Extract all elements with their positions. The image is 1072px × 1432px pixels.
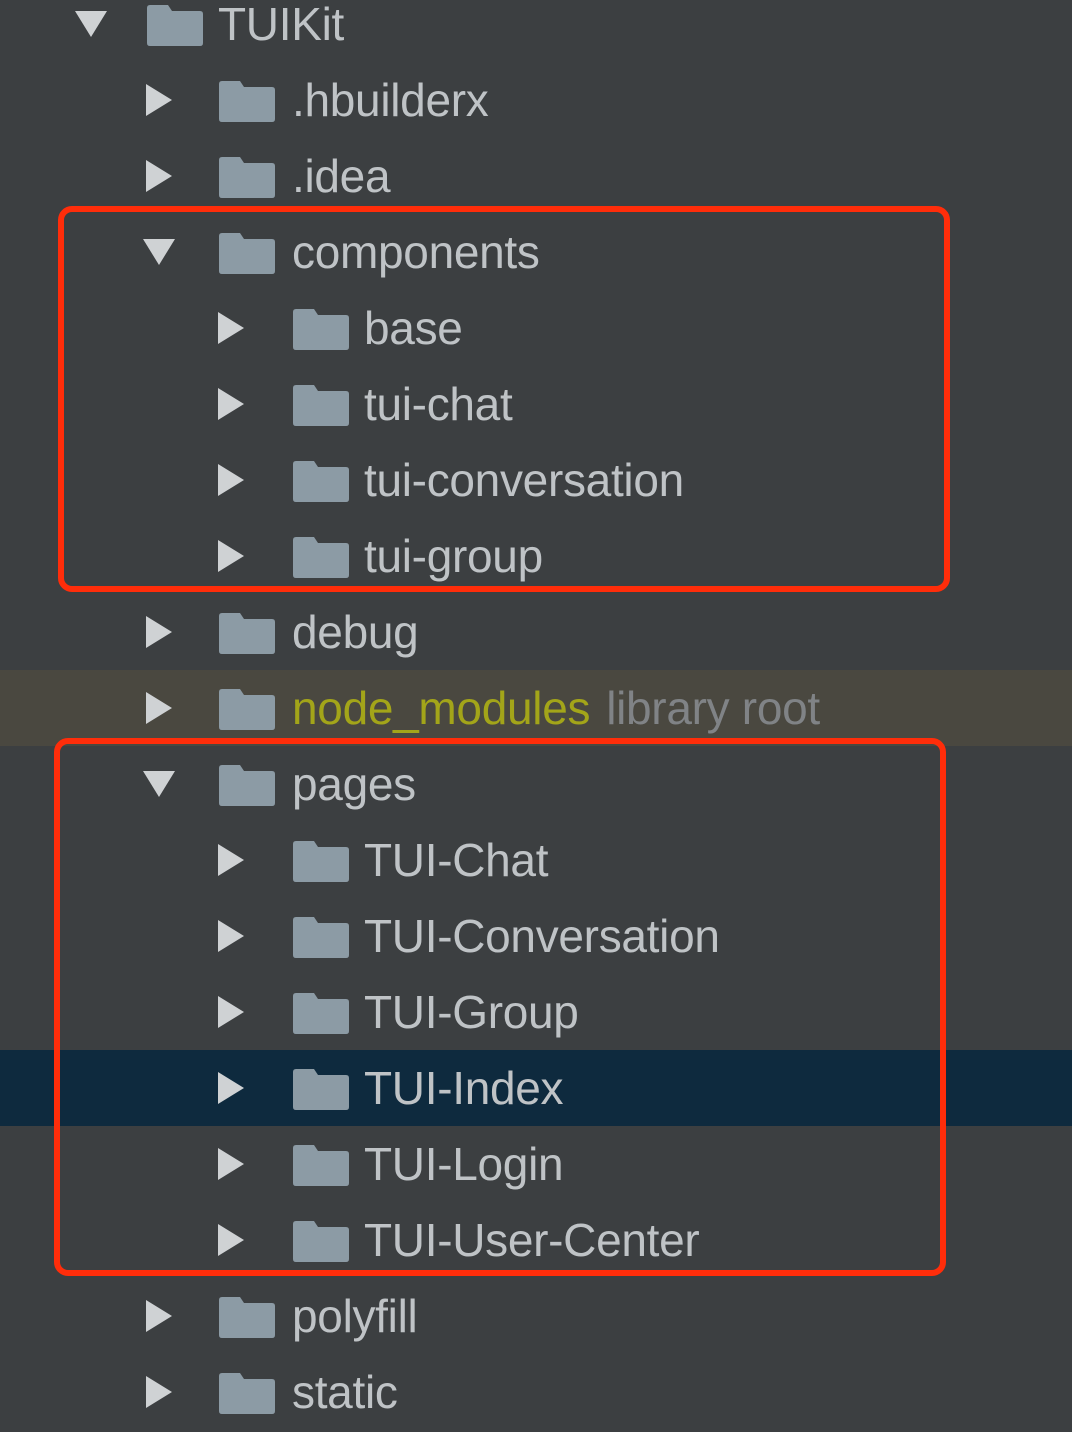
folder-name: tui-group bbox=[364, 530, 543, 582]
tree-item-label: tui-group bbox=[364, 533, 543, 579]
tree-item-label: TUI-Chat bbox=[364, 837, 548, 883]
folder-icon bbox=[218, 1295, 276, 1339]
triangle-right-icon[interactable] bbox=[212, 1145, 250, 1183]
folder-icon bbox=[146, 3, 204, 47]
triangle-right-icon[interactable] bbox=[140, 81, 178, 119]
folder-icon bbox=[292, 535, 350, 579]
folder-name: static bbox=[292, 1366, 398, 1418]
tree-item-tui-conversation[interactable]: TUI-Conversation bbox=[0, 898, 1072, 974]
project-file-tree: TUIKit .hbuilderx .idea components base tui-c… bbox=[0, 0, 1072, 1432]
triangle-right-icon[interactable] bbox=[140, 157, 178, 195]
tree-item-tui-chat[interactable]: TUI-Chat bbox=[0, 822, 1072, 898]
tree-item-pages[interactable]: pages bbox=[0, 746, 1072, 822]
folder-icon bbox=[218, 687, 276, 731]
folder-icon bbox=[292, 1067, 350, 1111]
folder-name: components bbox=[292, 226, 540, 278]
folder-icon bbox=[292, 991, 350, 1035]
folder-icon bbox=[218, 763, 276, 807]
folder-name: TUI-Conversation bbox=[364, 910, 720, 962]
triangle-down-icon[interactable] bbox=[72, 5, 110, 43]
folder-icon bbox=[292, 839, 350, 883]
tree-item-label: TUI-Index bbox=[364, 1062, 564, 1114]
tree-item-label: pages bbox=[292, 761, 416, 807]
tree-item-node-modules[interactable]: node_modules library root bbox=[0, 670, 1072, 746]
tree-item-tui-chat[interactable]: tui-chat bbox=[0, 366, 1072, 442]
folder-name: TUI-Login bbox=[364, 1138, 564, 1190]
triangle-right-icon[interactable] bbox=[140, 613, 178, 651]
folder-name: base bbox=[364, 302, 463, 354]
folder-name: TUI-Index bbox=[364, 1062, 564, 1114]
tree-item-label: TUIKit bbox=[218, 1, 344, 47]
tree-item-label: static bbox=[292, 1369, 398, 1415]
folder-name: TUI-Group bbox=[364, 986, 579, 1038]
folder-icon bbox=[218, 231, 276, 275]
triangle-right-icon[interactable] bbox=[140, 689, 178, 727]
tree-item-tui-group[interactable]: TUI-Group bbox=[0, 974, 1072, 1050]
folder-icon bbox=[218, 1371, 276, 1415]
triangle-right-icon[interactable] bbox=[140, 1297, 178, 1335]
folder-name: debug bbox=[292, 606, 419, 658]
triangle-down-icon[interactable] bbox=[140, 765, 178, 803]
tree-item-label: TUI-Conversation bbox=[364, 913, 720, 959]
tree-item-tui-index[interactable]: TUI-Index bbox=[0, 1050, 1072, 1126]
folder-icon bbox=[218, 79, 276, 123]
tree-item-idea[interactable]: .idea bbox=[0, 138, 1072, 214]
folder-name: TUI-Chat bbox=[364, 834, 549, 886]
folder-name: pages bbox=[292, 758, 416, 810]
folder-icon bbox=[292, 1219, 350, 1263]
tree-root-tuikit[interactable]: TUIKit bbox=[0, 0, 1072, 62]
tree-item-base[interactable]: base bbox=[0, 290, 1072, 366]
tree-item-label: polyfill bbox=[292, 1290, 418, 1342]
folder-name: .idea bbox=[292, 150, 391, 202]
triangle-down-icon[interactable] bbox=[140, 233, 178, 271]
tree-item-debug[interactable]: debug bbox=[0, 594, 1072, 670]
folder-name: TUIKit bbox=[218, 0, 344, 50]
folder-icon bbox=[292, 307, 350, 351]
tree-item-tui-user-center[interactable]: TUI-User-Center bbox=[0, 1202, 1072, 1278]
tree-item-label: debug bbox=[292, 606, 419, 658]
folder-name: node_modules bbox=[292, 682, 591, 734]
folder-name: polyfill bbox=[292, 1290, 418, 1342]
tree-item-label: TUI-Group bbox=[364, 989, 579, 1035]
folder-icon bbox=[292, 1143, 350, 1187]
folder-name: tui-conversation bbox=[364, 454, 684, 506]
tree-item-tui-conversation[interactable]: tui-conversation bbox=[0, 442, 1072, 518]
tree-item-label: tui-conversation bbox=[364, 457, 684, 503]
tree-item-label: .hbuilderx bbox=[292, 74, 489, 126]
tree-item-label: tui-chat bbox=[364, 378, 513, 430]
library-root-suffix: library root bbox=[606, 682, 820, 734]
triangle-right-icon[interactable] bbox=[212, 1221, 250, 1259]
tree-item-label: base bbox=[364, 305, 463, 351]
tree-item-label: .idea bbox=[292, 150, 391, 202]
tree-item-label: TUI-User-Center bbox=[364, 1214, 700, 1266]
triangle-right-icon[interactable] bbox=[212, 1069, 250, 1107]
triangle-right-icon[interactable] bbox=[140, 1373, 178, 1411]
triangle-right-icon[interactable] bbox=[212, 461, 250, 499]
triangle-right-icon[interactable] bbox=[212, 841, 250, 879]
tree-item-tui-login[interactable]: TUI-Login bbox=[0, 1126, 1072, 1202]
triangle-right-icon[interactable] bbox=[212, 993, 250, 1031]
tree-item-components[interactable]: components bbox=[0, 214, 1072, 290]
folder-name: TUI-User-Center bbox=[364, 1214, 700, 1266]
triangle-right-icon[interactable] bbox=[212, 385, 250, 423]
tree-item-label: components bbox=[292, 229, 540, 275]
folder-icon bbox=[218, 611, 276, 655]
folder-name: .hbuilderx bbox=[292, 74, 489, 126]
tree-item-tui-group[interactable]: tui-group bbox=[0, 518, 1072, 594]
folder-icon bbox=[292, 459, 350, 503]
folder-name: tui-chat bbox=[364, 378, 513, 430]
tree-item-polyfill[interactable]: polyfill bbox=[0, 1278, 1072, 1354]
triangle-right-icon[interactable] bbox=[212, 917, 250, 955]
tree-item-label: node_modules library root bbox=[292, 685, 820, 731]
triangle-right-icon[interactable] bbox=[212, 309, 250, 347]
folder-icon bbox=[292, 383, 350, 427]
folder-icon bbox=[218, 155, 276, 199]
folder-icon bbox=[292, 915, 350, 959]
tree-item-label: TUI-Login bbox=[364, 1138, 564, 1190]
tree-item-static[interactable]: static bbox=[0, 1354, 1072, 1430]
tree-item-hbuilderx[interactable]: .hbuilderx bbox=[0, 62, 1072, 138]
triangle-right-icon[interactable] bbox=[212, 537, 250, 575]
